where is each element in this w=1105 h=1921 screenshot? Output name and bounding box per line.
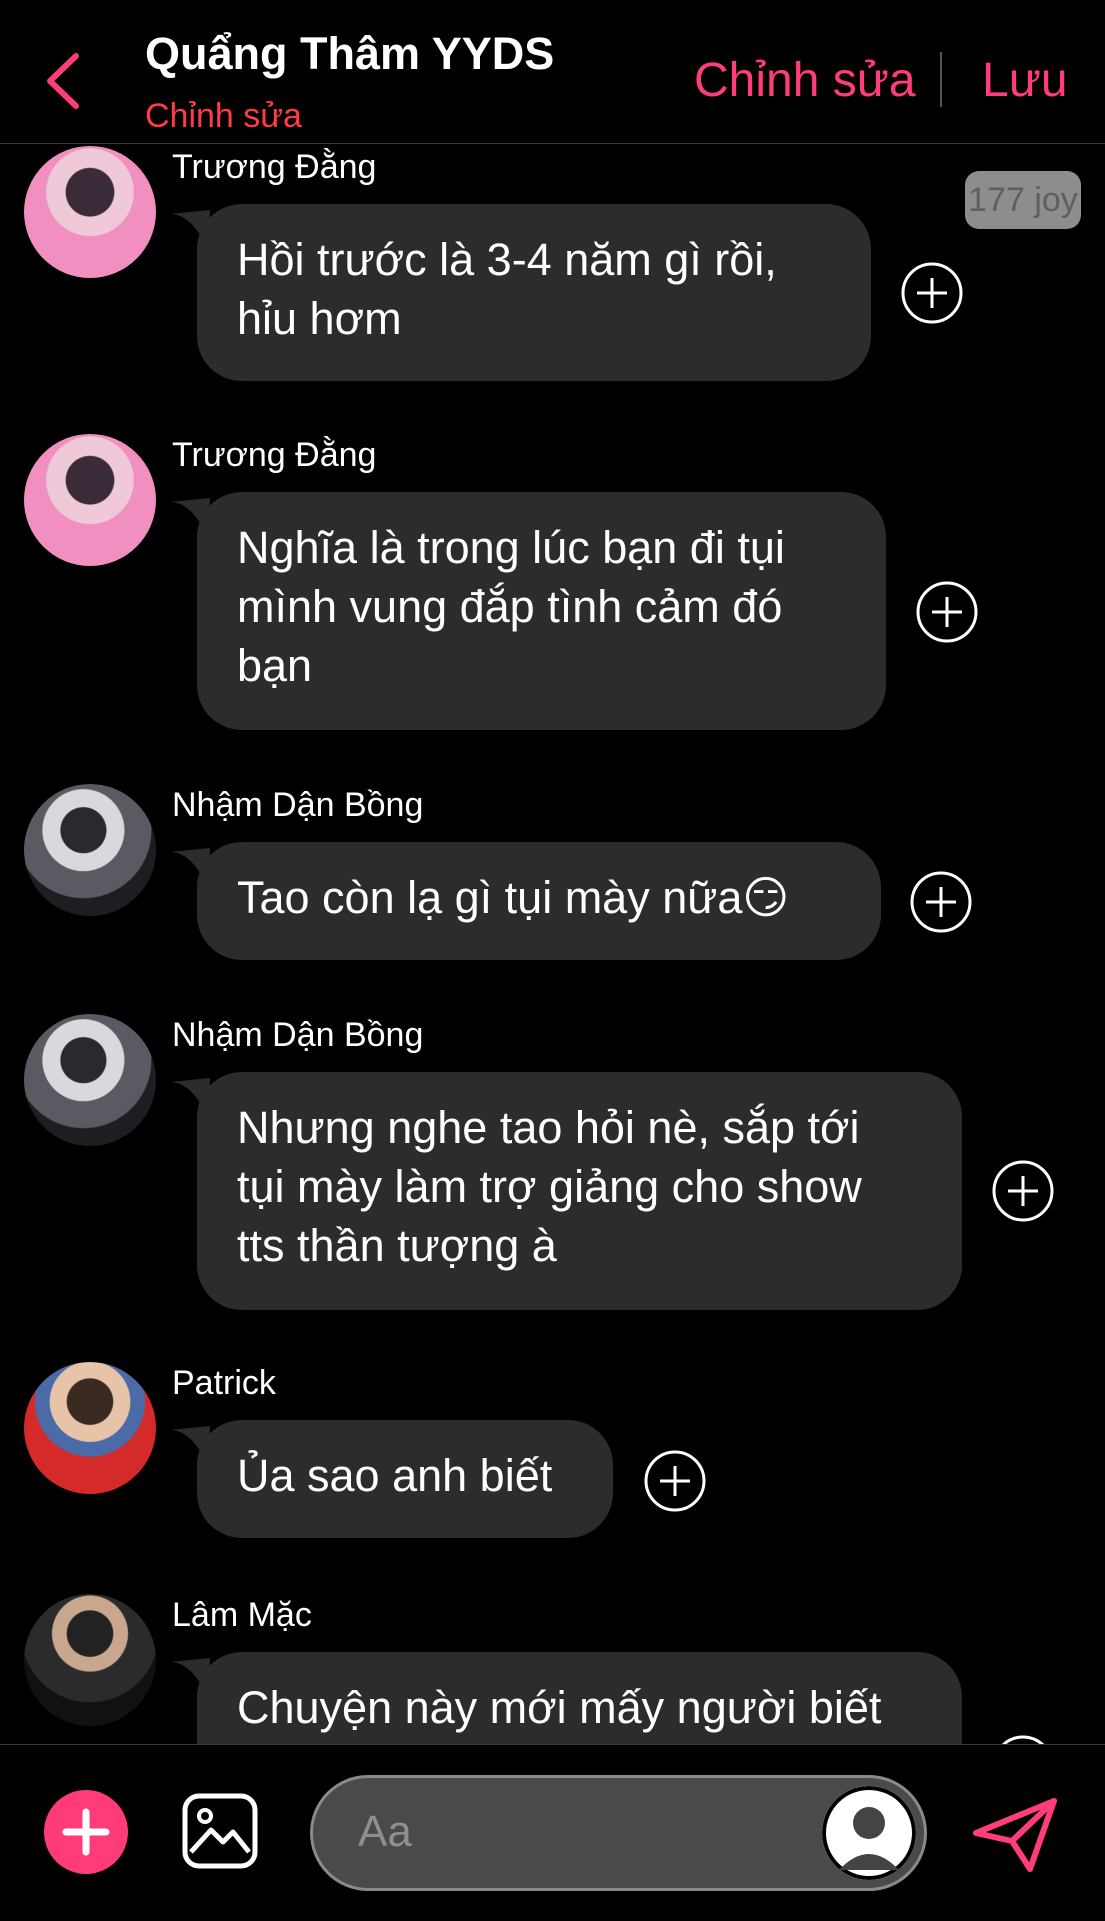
message-sender: Lâm Mặc [172, 1596, 312, 1634]
avatar-truong-dang[interactable] [24, 146, 156, 278]
add-reaction-icon[interactable] [991, 1734, 1055, 1744]
message-bubble: Ủa sao anh biết [197, 1420, 613, 1538]
avatar-lam-mac[interactable] [24, 1594, 156, 1726]
add-reaction-icon[interactable] [915, 580, 979, 644]
message-bubble: Nhưng nghe tao hỏi nè, sắp tới tụi mày l… [197, 1072, 962, 1310]
add-reaction-icon[interactable] [991, 1159, 1055, 1223]
chat-header: Quẩng Thâm YYDS Chỉnh sửa Chỉnh sửa Lưu [0, 0, 1105, 144]
save-button[interactable]: Lưu [982, 53, 1068, 108]
header-divider [940, 52, 942, 107]
image-gallery-icon[interactable] [181, 1792, 259, 1870]
message-sender: Trương Đằng [172, 148, 377, 186]
message-sender: Trương Đằng [172, 436, 377, 474]
message-bubble: Hồi trước là 3-4 năm gì rồi, hỉu hơm [197, 204, 871, 381]
add-reaction-icon[interactable] [643, 1449, 707, 1513]
add-reaction-icon[interactable] [900, 261, 964, 325]
message-sender: Nhậm Dận Bồng [172, 1016, 424, 1054]
back-chevron-icon[interactable] [40, 48, 88, 114]
avatar-nham-dan-bong[interactable] [24, 1014, 156, 1146]
add-reaction-icon[interactable] [909, 870, 973, 934]
plus-icon [62, 1808, 110, 1856]
message-input[interactable]: Aa [310, 1775, 927, 1891]
avatar-nham-dan-bong[interactable] [24, 784, 156, 916]
message-bubble: Chuyện này mới mấy người biết [197, 1652, 962, 1744]
composer-bar: Aa [0, 1744, 1105, 1921]
chat-title: Quẩng Thâm YYDS [145, 28, 555, 79]
avatar-patrick[interactable] [24, 1362, 156, 1494]
message-sender: Patrick [172, 1364, 276, 1402]
send-icon[interactable] [972, 1797, 1058, 1873]
chat-subtitle: Chỉnh sửa [145, 97, 302, 135]
add-attachment-button[interactable] [44, 1790, 128, 1874]
message-sender: Nhậm Dận Bồng [172, 786, 424, 824]
message-input-placeholder: Aa [358, 1807, 412, 1856]
user-avatar-icon[interactable] [822, 1786, 916, 1880]
message-list[interactable]: 177 joy Trương Đằng Hồi trước là 3-4 năm… [0, 144, 1105, 1744]
message-bubble: Tao còn lạ gì tụi mày nữa😏 [197, 842, 881, 960]
edit-button[interactable]: Chỉnh sửa [694, 53, 916, 108]
message-bubble: Nghĩa là trong lúc bạn đi tụi mình vung … [197, 492, 886, 730]
joy-counter-badge: 177 joy [965, 171, 1081, 229]
avatar-truong-dang[interactable] [24, 434, 156, 566]
